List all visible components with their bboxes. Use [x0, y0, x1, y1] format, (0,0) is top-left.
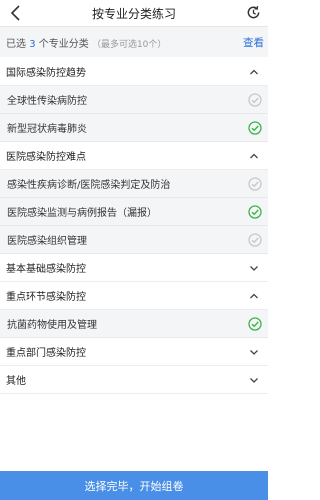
category-item-label: 全球性传染病防控 — [7, 96, 87, 107]
unchecked-icon[interactable] — [248, 92, 262, 107]
history-icon[interactable] — [246, 5, 261, 20]
category-item-label: 医院感染监测与病例报告（漏报） — [7, 208, 157, 219]
checked-icon[interactable] — [248, 316, 262, 331]
chevron-down-icon[interactable] — [249, 347, 259, 357]
checked-icon[interactable] — [248, 204, 262, 219]
category-item[interactable]: 抗菌药物使用及管理 — [0, 310, 268, 338]
category-group-header[interactable]: 重点部门感染防控 — [0, 338, 268, 366]
start-compose-label: 选择完毕，开始组卷 — [84, 479, 184, 493]
unchecked-icon[interactable] — [248, 232, 262, 247]
category-item[interactable]: 感染性疾病诊断/医院感染判定及防治 — [0, 170, 268, 198]
category-item-label: 医院感染组织管理 — [7, 236, 87, 247]
view-selected-link[interactable]: 查看 — [243, 35, 264, 50]
category-group-header[interactable]: 重点环节感染防控 — [0, 282, 268, 310]
selected-count: 3 — [29, 38, 36, 50]
chevron-down-icon[interactable] — [249, 375, 259, 385]
chevron-down-icon[interactable] — [249, 263, 259, 273]
category-group-label: 医院感染防控难点 — [6, 152, 86, 163]
chevron-up-icon[interactable] — [249, 151, 259, 161]
category-group-header[interactable]: 医院感染防控难点 — [0, 142, 268, 170]
category-group-label: 国际感染防控趋势 — [6, 68, 86, 79]
start-compose-button[interactable]: 选择完毕，开始组卷 — [0, 471, 268, 500]
selection-summary: 已选 3 个专业分类 （最多可选10个） 查看 — [0, 27, 268, 57]
category-item-label: 感染性疾病诊断/医院感染判定及防治 — [7, 180, 171, 191]
selection-text: 已选 3 个专业分类 （最多可选10个） — [6, 38, 167, 50]
category-item-label: 抗菌药物使用及管理 — [7, 320, 97, 331]
category-group-label: 重点环节感染防控 — [6, 292, 86, 303]
category-group-label: 重点部门感染防控 — [6, 348, 86, 359]
category-group-label: 基本基础感染防控 — [6, 264, 86, 275]
category-item[interactable]: 全球性传染病防控 — [0, 86, 268, 114]
top-bar: 按专业分类练习 — [0, 0, 268, 27]
category-item[interactable]: 医院感染组织管理 — [0, 226, 268, 254]
selection-hint: （最多可选10个） — [91, 39, 167, 50]
category-group-header[interactable]: 基本基础感染防控 — [0, 254, 268, 282]
page-title: 按专业分类练习 — [91, 6, 176, 21]
category-list: 国际感染防控趋势 全球性传染病防控 新型冠状病毒肺炎 医院感染防控难点感染性疾病诊断/… — [0, 58, 268, 394]
category-item[interactable]: 医院感染监测与病例报告（漏报） — [0, 198, 268, 226]
checked-icon[interactable] — [248, 120, 262, 135]
chevron-up-icon[interactable] — [249, 291, 259, 301]
category-group-label: 其他 — [6, 376, 26, 387]
back-icon[interactable] — [8, 4, 24, 22]
category-item[interactable]: 新型冠状病毒肺炎 — [0, 114, 268, 142]
chevron-up-icon[interactable] — [249, 67, 259, 77]
category-item-label: 新型冠状病毒肺炎 — [7, 124, 87, 135]
category-group-header[interactable]: 国际感染防控趋势 — [0, 58, 268, 86]
unchecked-icon[interactable] — [248, 176, 262, 191]
category-group-header[interactable]: 其他 — [0, 366, 268, 394]
